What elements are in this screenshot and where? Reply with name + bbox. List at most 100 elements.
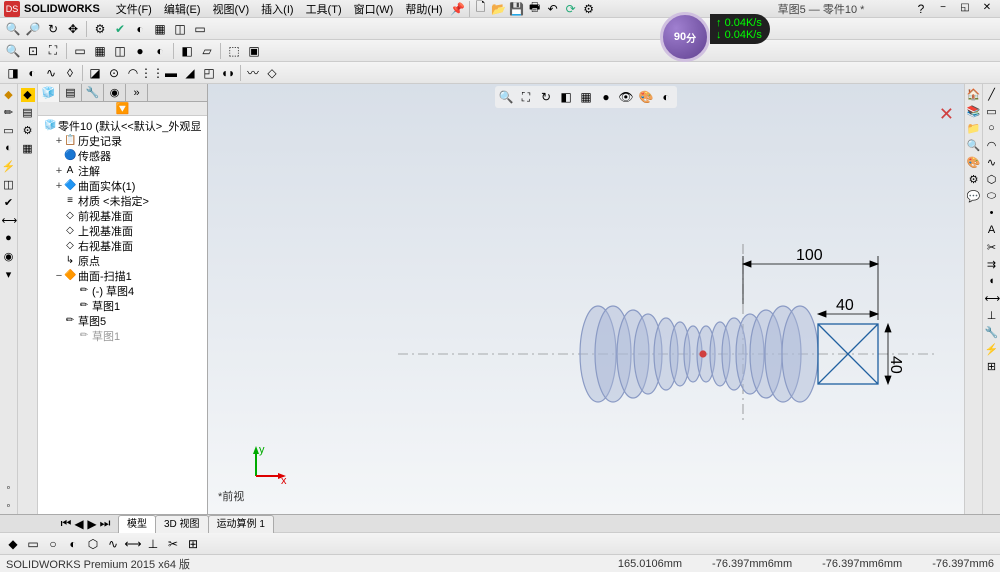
menu-view[interactable]: 视图(V) — [207, 1, 256, 17]
panel-close-icon[interactable]: ✕ — [939, 104, 954, 125]
options-icon[interactable]: ⚙ — [580, 0, 598, 18]
menu-file[interactable]: 文件(F) — [110, 1, 158, 17]
bi-6[interactable]: ∿ — [104, 535, 122, 553]
tp-fileexp-icon[interactable]: 📁 — [967, 122, 981, 136]
magnify-icon[interactable]: 🔍 — [4, 42, 22, 60]
sk-dim-icon[interactable]: ⟷ — [985, 292, 999, 306]
tp-appear-icon[interactable]: 🎨 — [967, 156, 981, 170]
rail-arrow-icon[interactable]: ▾ — [2, 268, 16, 282]
viewport-3d[interactable]: 🔍 ⛶ ↻ ◧ ▦ ● 👁 🎨 ◐ ✕ — [208, 84, 964, 514]
sk-point-icon[interactable]: • — [985, 207, 999, 221]
tree-root[interactable]: 🧊零件10 (默认<<默认>_外观显 — [40, 118, 205, 133]
tree-tab-dm[interactable]: ◉ — [104, 84, 126, 102]
tree-node[interactable]: +📋历史记录 — [40, 133, 205, 148]
open-icon[interactable]: 📂 — [490, 0, 508, 18]
hud-zoom-icon[interactable]: 🔍 — [497, 88, 515, 106]
sk-circle-icon[interactable]: ○ — [985, 122, 999, 136]
menu-edit[interactable]: 编辑(E) — [158, 1, 207, 17]
tree-tab-fm[interactable]: 🧊 — [38, 84, 60, 102]
rail-dim-icon[interactable]: ⟷ — [2, 214, 16, 228]
hud-display-icon[interactable]: ● — [597, 88, 615, 106]
orient-icon[interactable]: ⬚ — [225, 42, 243, 60]
tp-forum-icon[interactable]: 💬 — [967, 190, 981, 204]
tree-node[interactable]: +A注解 — [40, 163, 205, 178]
sk-rect-icon[interactable]: ▭ — [985, 105, 999, 119]
tab-motion[interactable]: 运动算例 1 — [208, 515, 274, 533]
sk-offset-icon[interactable]: ⇉ — [985, 258, 999, 272]
sheet-icon[interactable]: ▭ — [191, 20, 209, 38]
rail-sim-icon[interactable]: ◉ — [2, 250, 16, 264]
menu-insert[interactable]: 插入(I) — [255, 1, 299, 17]
new-icon[interactable]: 🗋 — [472, 0, 490, 18]
bi-5[interactable]: ⬡ — [84, 535, 102, 553]
tree-tab-more[interactable]: » — [126, 84, 148, 102]
tree-node[interactable]: 🔵传感器 — [40, 148, 205, 163]
options-icon[interactable]: ⚙ — [91, 20, 109, 38]
sk-line-icon[interactable]: ╱ — [985, 88, 999, 102]
cm-icon[interactable]: ⚙ — [21, 124, 35, 138]
curve-icon[interactable]: 〰 — [244, 64, 262, 82]
rail-feature-icon[interactable]: ◆ — [2, 88, 16, 102]
sk-text-icon[interactable]: A — [985, 224, 999, 238]
save-icon[interactable]: 💾 — [508, 0, 526, 18]
refgeom-icon[interactable]: ◇ — [263, 64, 281, 82]
tree-node[interactable]: ✏草图5 — [40, 313, 205, 328]
rebuild-icon[interactable]: ⟳ — [562, 0, 580, 18]
scroll-first-icon[interactable]: ⏮ — [60, 517, 72, 531]
fm-icon[interactable]: ◆ — [21, 88, 35, 102]
bi-2[interactable]: ▭ — [24, 535, 42, 553]
select-icon[interactable]: 🔍 — [4, 20, 22, 38]
scroll-prev-icon[interactable]: ◀ — [73, 517, 85, 531]
menu-help[interactable]: 帮助(H) — [399, 1, 448, 17]
cube-icon[interactable]: ◫ — [171, 20, 189, 38]
hidden-icon[interactable]: ◫ — [111, 42, 129, 60]
rail-weld-icon[interactable]: ⚡ — [2, 160, 16, 174]
tree-filter-icon[interactable]: 🔽 — [38, 102, 207, 116]
cut-extrude-icon[interactable]: ◪ — [86, 64, 104, 82]
tree-node[interactable]: ≡材质 <未指定> — [40, 193, 205, 208]
tab-model[interactable]: 模型 — [118, 515, 156, 533]
shadows-icon[interactable]: ◐ — [151, 42, 169, 60]
tree-node[interactable]: ◇右视基准面 — [40, 238, 205, 253]
mirror-icon[interactable]: ◖◗ — [219, 64, 237, 82]
tp-home-icon[interactable]: 🏠 — [967, 88, 981, 102]
rotate-icon[interactable]: ↻ — [44, 20, 62, 38]
hud-section-icon[interactable]: ◧ — [557, 88, 575, 106]
check-icon[interactable]: ✔ — [111, 20, 129, 38]
tab-3dview[interactable]: 3D 视图 — [155, 515, 209, 533]
rib-icon[interactable]: ▬ — [162, 64, 180, 82]
hud-hide-icon[interactable]: 👁 — [617, 88, 635, 106]
bi-1[interactable]: ◆ — [4, 535, 22, 553]
tree-node[interactable]: ◇前视基准面 — [40, 208, 205, 223]
section-icon[interactable]: ◧ — [178, 42, 196, 60]
sk-poly-icon[interactable]: ⬡ — [985, 173, 999, 187]
hud-scene-icon[interactable]: 🎨 — [637, 88, 655, 106]
close-button[interactable]: ✕ — [978, 2, 996, 16]
tp-view-icon[interactable]: 🔍 — [967, 139, 981, 153]
undo-icon[interactable]: ↶ — [544, 0, 562, 18]
sk-grid-icon[interactable]: ⊞ — [985, 360, 999, 374]
rail-mold-icon[interactable]: ◫ — [2, 178, 16, 192]
menu-window[interactable]: 窗口(W) — [348, 1, 400, 17]
hud-apply-icon[interactable]: ◐ — [657, 88, 675, 106]
sk-trim-icon[interactable]: ✂ — [985, 241, 999, 255]
sk-slot-icon[interactable]: ⬭ — [985, 190, 999, 204]
shaded-icon[interactable]: ● — [131, 42, 149, 60]
sk-rel-icon[interactable]: ⊥ — [985, 309, 999, 323]
print-icon[interactable]: 🖶 — [526, 0, 544, 18]
bi-4[interactable]: ◐ — [64, 535, 82, 553]
dm-icon[interactable]: ▦ — [21, 142, 35, 156]
rail-more2-icon[interactable]: ◦ — [2, 500, 16, 514]
pm-icon[interactable]: ▤ — [21, 106, 35, 120]
rail-surf-icon[interactable]: ◐ — [2, 142, 16, 156]
zoom-area-icon[interactable]: ⊡ — [24, 42, 42, 60]
scroll-last-icon[interactable]: ⏭ — [99, 517, 111, 531]
draft-icon[interactable]: ◢ — [181, 64, 199, 82]
bi-10[interactable]: ⊞ — [184, 535, 202, 553]
perspective-icon[interactable]: ▱ — [198, 42, 216, 60]
display-icon[interactable]: ▣ — [245, 42, 263, 60]
tree-tab-pm[interactable]: ▤ — [60, 84, 82, 102]
extrude-icon[interactable]: ◨ — [4, 64, 22, 82]
menu-tools[interactable]: 工具(T) — [300, 1, 348, 17]
tree-node[interactable]: ↳原点 — [40, 253, 205, 268]
